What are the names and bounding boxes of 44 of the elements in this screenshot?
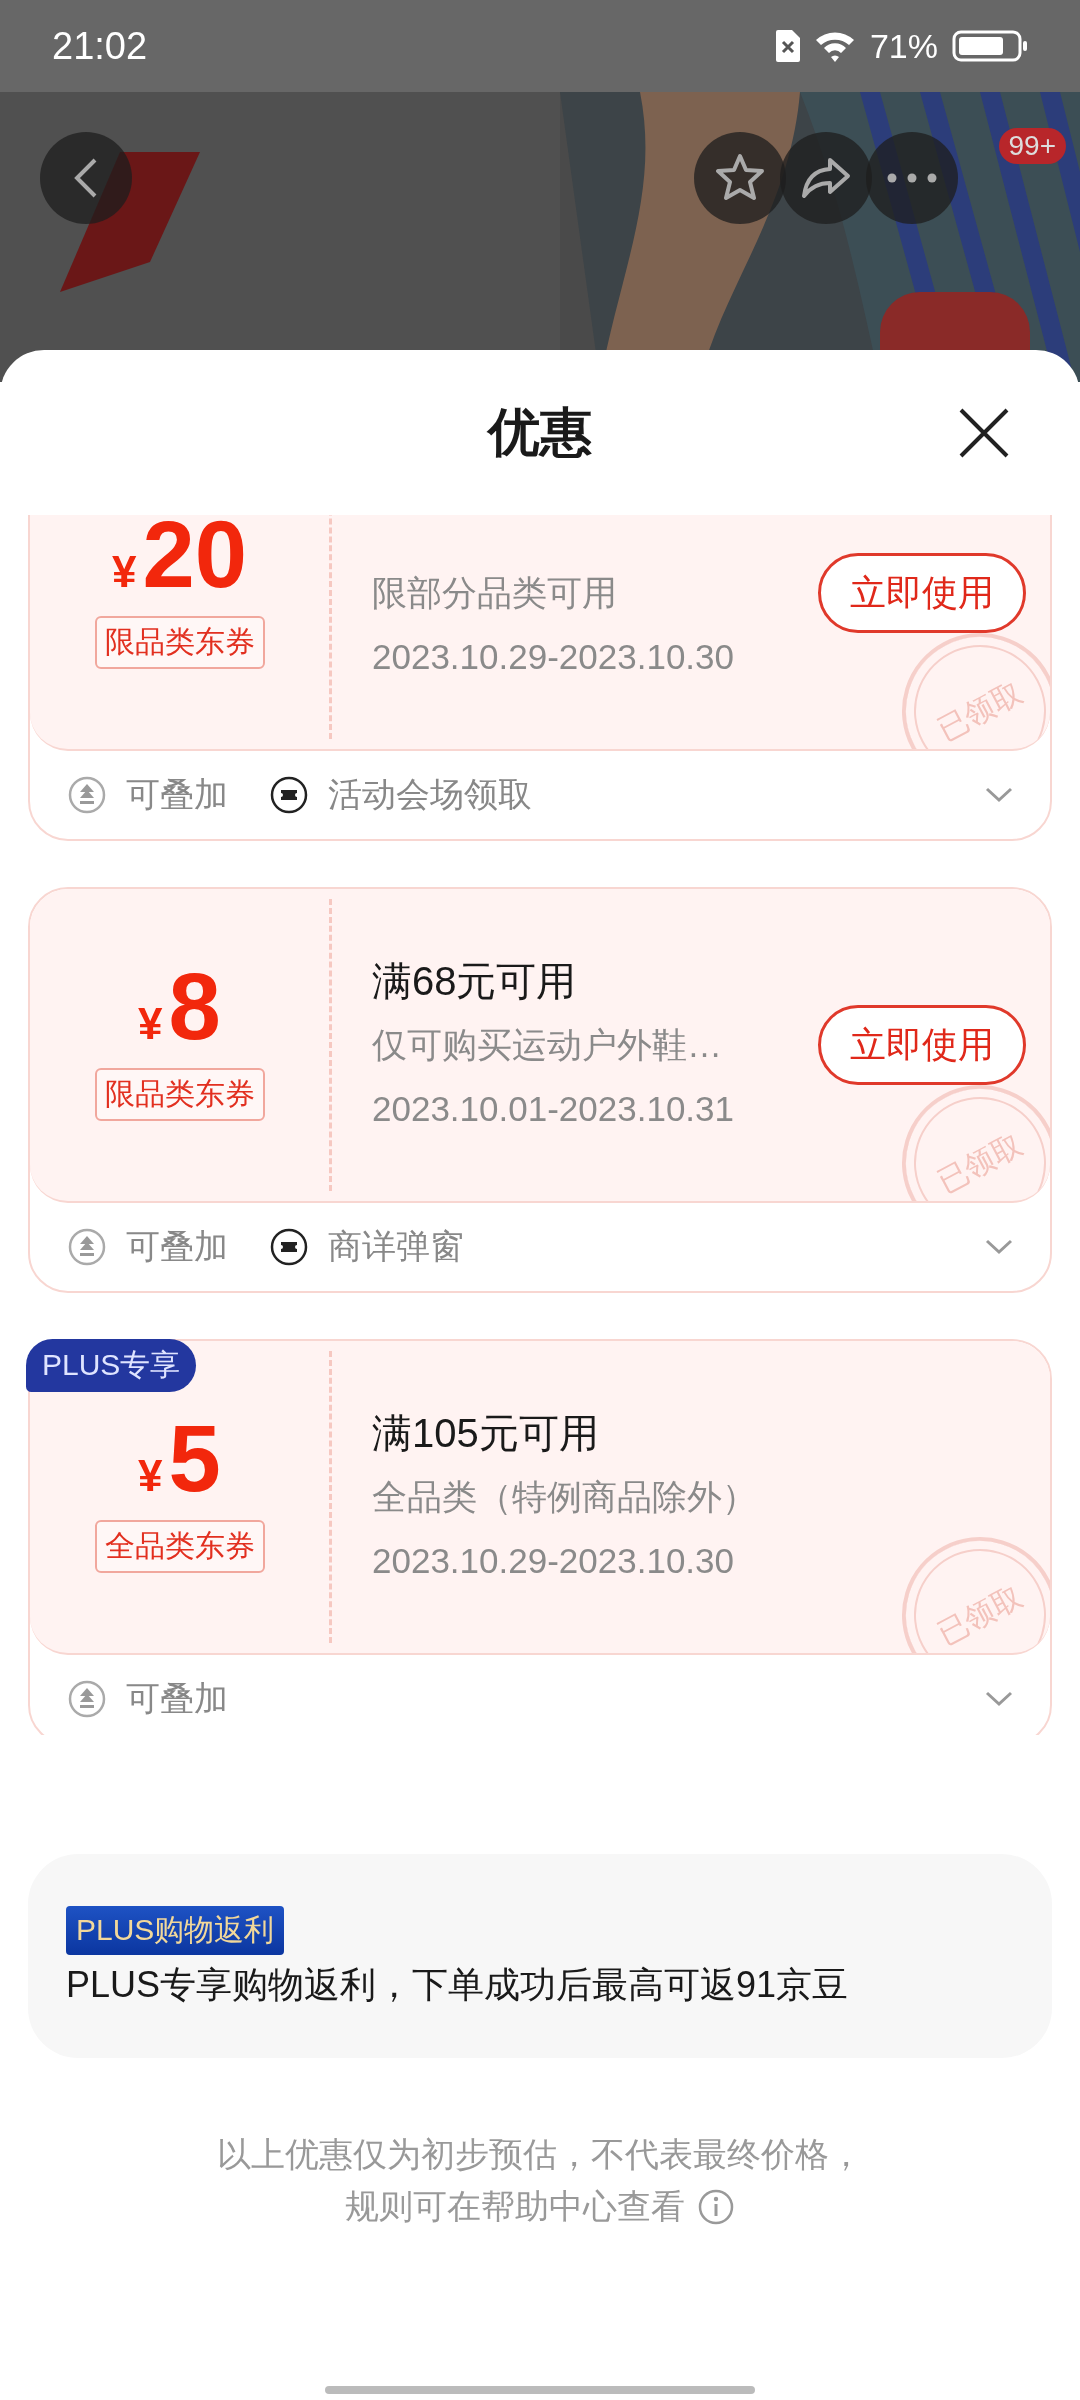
coupon-feature: 可叠加: [126, 774, 228, 815]
sim-icon: [775, 30, 800, 62]
battery-icon: [952, 30, 1028, 62]
coupon-tag: 限品类东券: [94, 615, 265, 669]
close-icon: [958, 406, 1010, 459]
sheet-title: 优惠: [488, 401, 592, 463]
use-now-button[interactable]: 立即使用: [818, 1005, 1026, 1085]
coupon-description: 全品类（特例商品除外）: [372, 1476, 757, 1518]
coupon-tag: 限品类东券: [94, 1067, 265, 1121]
coupon-amount: ¥8: [138, 959, 221, 1054]
chevron-down-icon[interactable]: [984, 1690, 1014, 1708]
coupon-description: 限部分品类可用: [372, 572, 617, 614]
coupon-amount: ¥5: [138, 1411, 221, 1506]
coupon-feature: 可叠加: [126, 1226, 228, 1267]
stack-icon: [68, 1680, 106, 1718]
use-now-button[interactable]: 立即使用: [818, 553, 1026, 633]
ticket-icon: [270, 776, 308, 814]
disclaimer-text: 规则可在帮助中心查看: [345, 2186, 685, 2227]
battery-percent: 71%: [869, 26, 938, 66]
disclaimer-text: 以上优惠仅为初步预估，不代表最终价格，: [217, 2134, 863, 2175]
more-icon: [886, 173, 938, 183]
plus-rebate-badge: PLUS购物返利: [66, 1906, 285, 1955]
share-icon: [800, 156, 852, 200]
stack-icon: [68, 1228, 106, 1266]
coupon-dates: 2023.10.29-2023.10.30: [372, 636, 734, 678]
coupon-dates: 2023.10.29-2023.10.30: [372, 1540, 734, 1582]
ticket-icon: [270, 1228, 308, 1266]
info-icon[interactable]: [697, 2188, 735, 2226]
coupon-title: 满105元可用: [372, 1410, 599, 1457]
chevron-down-icon[interactable]: [984, 786, 1014, 804]
coupon-feature: 商详弹窗: [328, 1226, 464, 1267]
coupon-dates: 2023.10.01-2023.10.31: [372, 1088, 734, 1130]
coupon-feature: 可叠加: [126, 1678, 228, 1719]
chevron-down-icon[interactable]: [984, 1238, 1014, 1256]
stack-icon: [68, 776, 106, 814]
coupon-tag: 全品类东券: [94, 1519, 265, 1573]
plus-badge: PLUS专享: [26, 1339, 197, 1392]
coupon-amount: ¥20: [111, 515, 247, 602]
close-button[interactable]: [958, 406, 1010, 459]
coupon-title: 满68元可用: [372, 958, 577, 1005]
status-time: 21:02: [52, 24, 148, 68]
coupon-feature: 活动会场领取: [328, 774, 532, 815]
coupon-description: 仅可购买运动户外鞋…: [372, 1024, 722, 1066]
rebate-text: PLUS专享购物返利，下单成功后最高可返91京豆: [66, 1963, 849, 2007]
